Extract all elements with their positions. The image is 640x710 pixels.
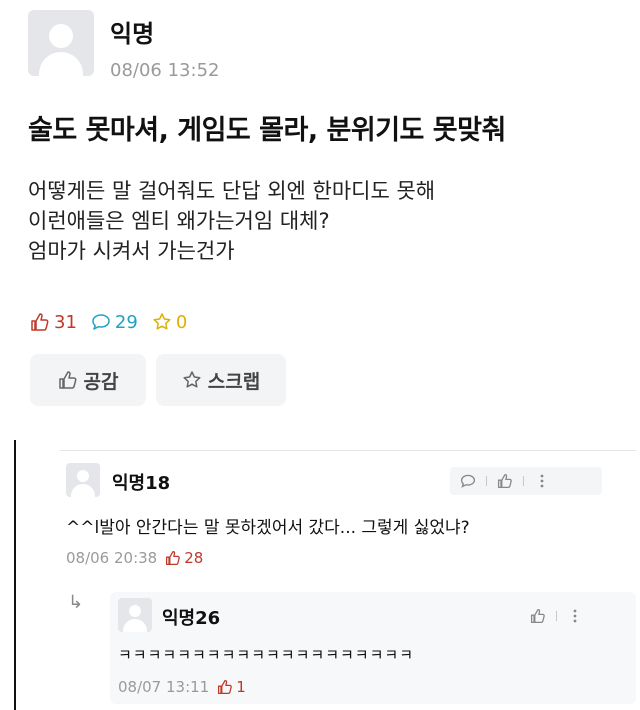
reply-like-button[interactable] [520, 602, 556, 630]
scrap-button-label: 스크랩 [207, 370, 261, 393]
comment-time: 08/06 20:38 [66, 549, 158, 567]
comment-count: 29 [91, 312, 138, 333]
reply-like-count: 1 [217, 678, 246, 696]
comment-more-button[interactable] [524, 467, 560, 495]
post: 익명 08/06 13:52 술도 못마셔, 게임도 몰라, 분위기도 못맞춰 … [0, 0, 640, 430]
like-count-value: 31 [54, 311, 77, 333]
like-count: 31 [30, 312, 77, 333]
reply-author: 익명26 [162, 608, 221, 629]
comment-meta: 08/06 20:38 28 [66, 549, 203, 567]
comment-like-button[interactable] [487, 467, 523, 495]
thumbs-up-icon [218, 679, 233, 695]
comment-author: 익명18 [112, 473, 171, 494]
comment-count-value: 29 [114, 311, 138, 333]
comment: 익명18 ^^l발아 안간다는 말 못하겠어서 갔다... 그렇게 싫었냐? 0… [60, 450, 636, 582]
scrap-count-value: 0 [175, 311, 188, 333]
star-icon [153, 313, 171, 330]
avatar-body-shape [71, 484, 95, 497]
thumbs-up-icon [58, 371, 77, 389]
scrap-count: 0 [152, 312, 187, 333]
star-icon [183, 371, 201, 388]
speech-bubble-icon [460, 474, 476, 488]
more-vertical-icon [540, 474, 544, 488]
comment-text: ^^l발아 안간다는 말 못하겠어서 갔다... 그렇게 싫었냐? [66, 518, 470, 538]
avatar-body-shape [123, 619, 147, 632]
reply-meta: 08/07 13:11 1 [118, 678, 246, 696]
avatar-body-shape [39, 52, 83, 76]
comment-like-count: 28 [165, 549, 203, 567]
avatar-head-shape [49, 24, 73, 48]
thumbs-up-icon [497, 473, 512, 489]
post-time: 08/06 13:52 [110, 60, 220, 81]
reply-avatar [118, 598, 152, 632]
more-vertical-icon [573, 609, 577, 623]
post-body-line: 엄마가 시켜서 가는건가 [28, 239, 235, 263]
comment-toolbar [450, 467, 602, 495]
post-title: 술도 못마셔, 게임도 몰라, 분위기도 못맞춰 [28, 115, 506, 146]
avatar-head-shape [77, 470, 89, 482]
reply-more-button[interactable] [557, 602, 593, 630]
reply-toolbar [520, 602, 596, 630]
thumbs-up-icon [166, 550, 181, 566]
post-body: 어떻게든 말 걸어줘도 단답 외엔 한마디도 못해 이런애들은 엠티 왜가는거임… [28, 176, 435, 266]
like-button[interactable]: 공감 [30, 354, 146, 406]
reply-arrow-icon: ↳ [68, 592, 84, 613]
reply-comment: 익명26 ㅋㅋㅋㅋㅋㅋㅋㅋㅋㅋㅋㅋㅋㅋㅋㅋㅋㅋㅋㅋ 08/07 13:11 1 [110, 592, 636, 704]
reply-like-value: 1 [236, 678, 246, 696]
like-button-label: 공감 [83, 370, 119, 393]
post-author: 익명 [110, 20, 155, 48]
thumbs-up-icon [530, 608, 545, 624]
comment-section: 익명18 ^^l발아 안간다는 말 못하겠어서 갔다... 그렇게 싫었냐? 0… [14, 440, 636, 710]
scrap-button[interactable]: 스크랩 [156, 354, 286, 406]
comment-like-value: 28 [184, 549, 204, 567]
comment-avatar [66, 463, 100, 497]
avatar-head-shape [129, 605, 141, 617]
reply-button[interactable] [450, 467, 486, 495]
thumbs-up-icon [31, 313, 49, 331]
post-body-line: 어떻게든 말 걸어줘도 단답 외엔 한마디도 못해 [28, 179, 436, 203]
speech-bubble-icon [92, 314, 110, 330]
reply-time: 08/07 13:11 [118, 678, 210, 696]
reply-text: ㅋㅋㅋㅋㅋㅋㅋㅋㅋㅋㅋㅋㅋㅋㅋㅋㅋㅋㅋㅋ [118, 646, 415, 664]
post-stats: 31 29 0 [30, 310, 201, 334]
author-avatar [28, 10, 94, 76]
post-body-line: 이런애들은 엠티 왜가는거임 대체? [28, 209, 330, 233]
